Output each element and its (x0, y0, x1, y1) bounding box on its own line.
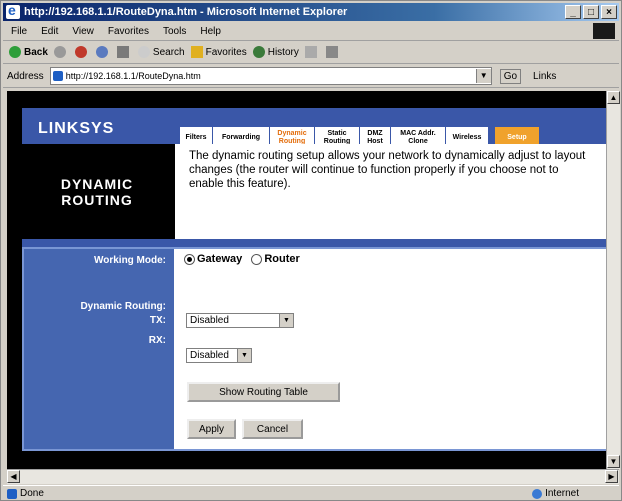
status-text: Done (20, 488, 44, 499)
section-title: DYNAMIC ROUTING (22, 144, 172, 239)
stop-icon (74, 46, 87, 58)
address-input[interactable]: http://192.168.1.1/RouteDyna.htm ▼ (49, 67, 492, 85)
search-icon (137, 46, 150, 58)
ie-icon (6, 2, 20, 19)
home-icon (116, 46, 129, 58)
back-button[interactable]: Back (9, 46, 48, 58)
page-viewport: LINKSYS Filters Forwarding Dynamic Routi… (7, 91, 606, 469)
radio-selected-icon (184, 253, 195, 265)
refresh-button[interactable] (95, 46, 111, 58)
refresh-icon (95, 46, 108, 58)
scroll-left-icon[interactable]: ◀ (7, 470, 20, 483)
windows-logo-icon (593, 23, 615, 39)
scroll-up-icon[interactable]: ▲ (607, 91, 620, 104)
menu-help[interactable]: Help (200, 26, 221, 37)
minimize-button[interactable]: _ (565, 5, 581, 19)
router-radio[interactable]: Router (251, 253, 300, 265)
maximize-button[interactable]: □ (583, 5, 599, 19)
menu-file[interactable]: File (11, 26, 27, 37)
title-bar: http://192.168.1.1/RouteDyna.htm - Micro… (3, 2, 619, 21)
browser-window: http://192.168.1.1/RouteDyna.htm - Micro… (0, 0, 622, 501)
tx-select[interactable]: Disabled ▼ (186, 313, 294, 328)
working-mode-options: Gateway Router (184, 253, 300, 265)
linksys-logo: LINKSYS (38, 120, 115, 137)
menu-view[interactable]: View (72, 26, 94, 37)
apply-button[interactable]: Apply (187, 419, 236, 439)
address-label: Address (7, 70, 44, 82)
window-title: http://192.168.1.1/RouteDyna.htm - Micro… (24, 6, 348, 18)
chevron-down-icon: ▼ (279, 314, 293, 327)
menu-favorites[interactable]: Favorites (108, 26, 149, 37)
scroll-right-icon[interactable]: ▶ (605, 470, 618, 483)
rx-label: RX: (148, 335, 166, 346)
menu-tools[interactable]: Tools (163, 26, 186, 37)
section-title-line-2: ROUTING (61, 191, 133, 208)
back-arrow-icon (9, 46, 21, 58)
history-button[interactable]: History (252, 46, 299, 58)
dynamic-routing-label: Dynamic Routing: (80, 301, 166, 312)
page-icon (52, 71, 63, 81)
forward-button[interactable] (53, 46, 69, 58)
links-button[interactable]: Links (533, 71, 556, 82)
menu-edit[interactable]: Edit (41, 26, 58, 37)
menu-bar: File Edit View Favorites Tools Help (3, 22, 619, 41)
tx-label: TX: (149, 315, 166, 326)
mail-icon (304, 46, 317, 58)
address-dropdown-icon[interactable]: ▼ (475, 69, 491, 83)
search-button[interactable]: Search (137, 46, 185, 58)
close-button[interactable]: × (601, 5, 617, 19)
status-bar: Done Internet (3, 485, 619, 501)
radio-unselected-icon (251, 253, 263, 265)
go-button[interactable]: Go (499, 68, 522, 84)
rx-select[interactable]: Disabled ▼ (186, 348, 252, 363)
gateway-radio[interactable]: Gateway (184, 253, 242, 265)
description-text: The dynamic routing setup allows your ne… (175, 144, 606, 239)
toolbar: Back Search Favorites History (3, 41, 619, 64)
favorites-icon (190, 46, 203, 58)
address-url: http://192.168.1.1/RouteDyna.htm (65, 71, 201, 81)
show-routing-table-button[interactable]: Show Routing Table (187, 382, 340, 402)
cancel-button[interactable]: Cancel (242, 419, 303, 439)
zone-indicator: Internet (532, 488, 579, 499)
history-icon (252, 46, 265, 58)
internet-globe-icon (532, 488, 543, 499)
vertical-scrollbar[interactable]: ▲ ▼ (606, 91, 620, 469)
home-button[interactable] (116, 46, 132, 58)
section-title-line-1: DYNAMIC (60, 175, 134, 192)
horizontal-scrollbar[interactable]: ◀ ▶ (7, 469, 619, 484)
mail-button[interactable] (304, 46, 320, 58)
print-icon (325, 46, 338, 58)
favorites-button[interactable]: Favorites (190, 46, 247, 58)
form-labels-column: Working Mode: Dynamic Routing: TX: RX: (24, 249, 174, 449)
working-mode-label: Working Mode: (93, 255, 166, 266)
address-bar: Address http://192.168.1.1/RouteDyna.htm… (3, 65, 619, 88)
print-button[interactable] (325, 46, 341, 58)
scroll-down-icon[interactable]: ▼ (607, 455, 620, 468)
header-band: LINKSYS Filters Forwarding Dynamic Routi… (22, 108, 606, 149)
stop-button[interactable] (74, 46, 90, 58)
forward-arrow-icon (53, 46, 66, 58)
page-icon (7, 488, 17, 499)
chevron-down-icon: ▼ (237, 349, 251, 362)
divider-band (22, 239, 606, 247)
settings-form: Working Mode: Dynamic Routing: TX: RX: G… (22, 247, 606, 451)
